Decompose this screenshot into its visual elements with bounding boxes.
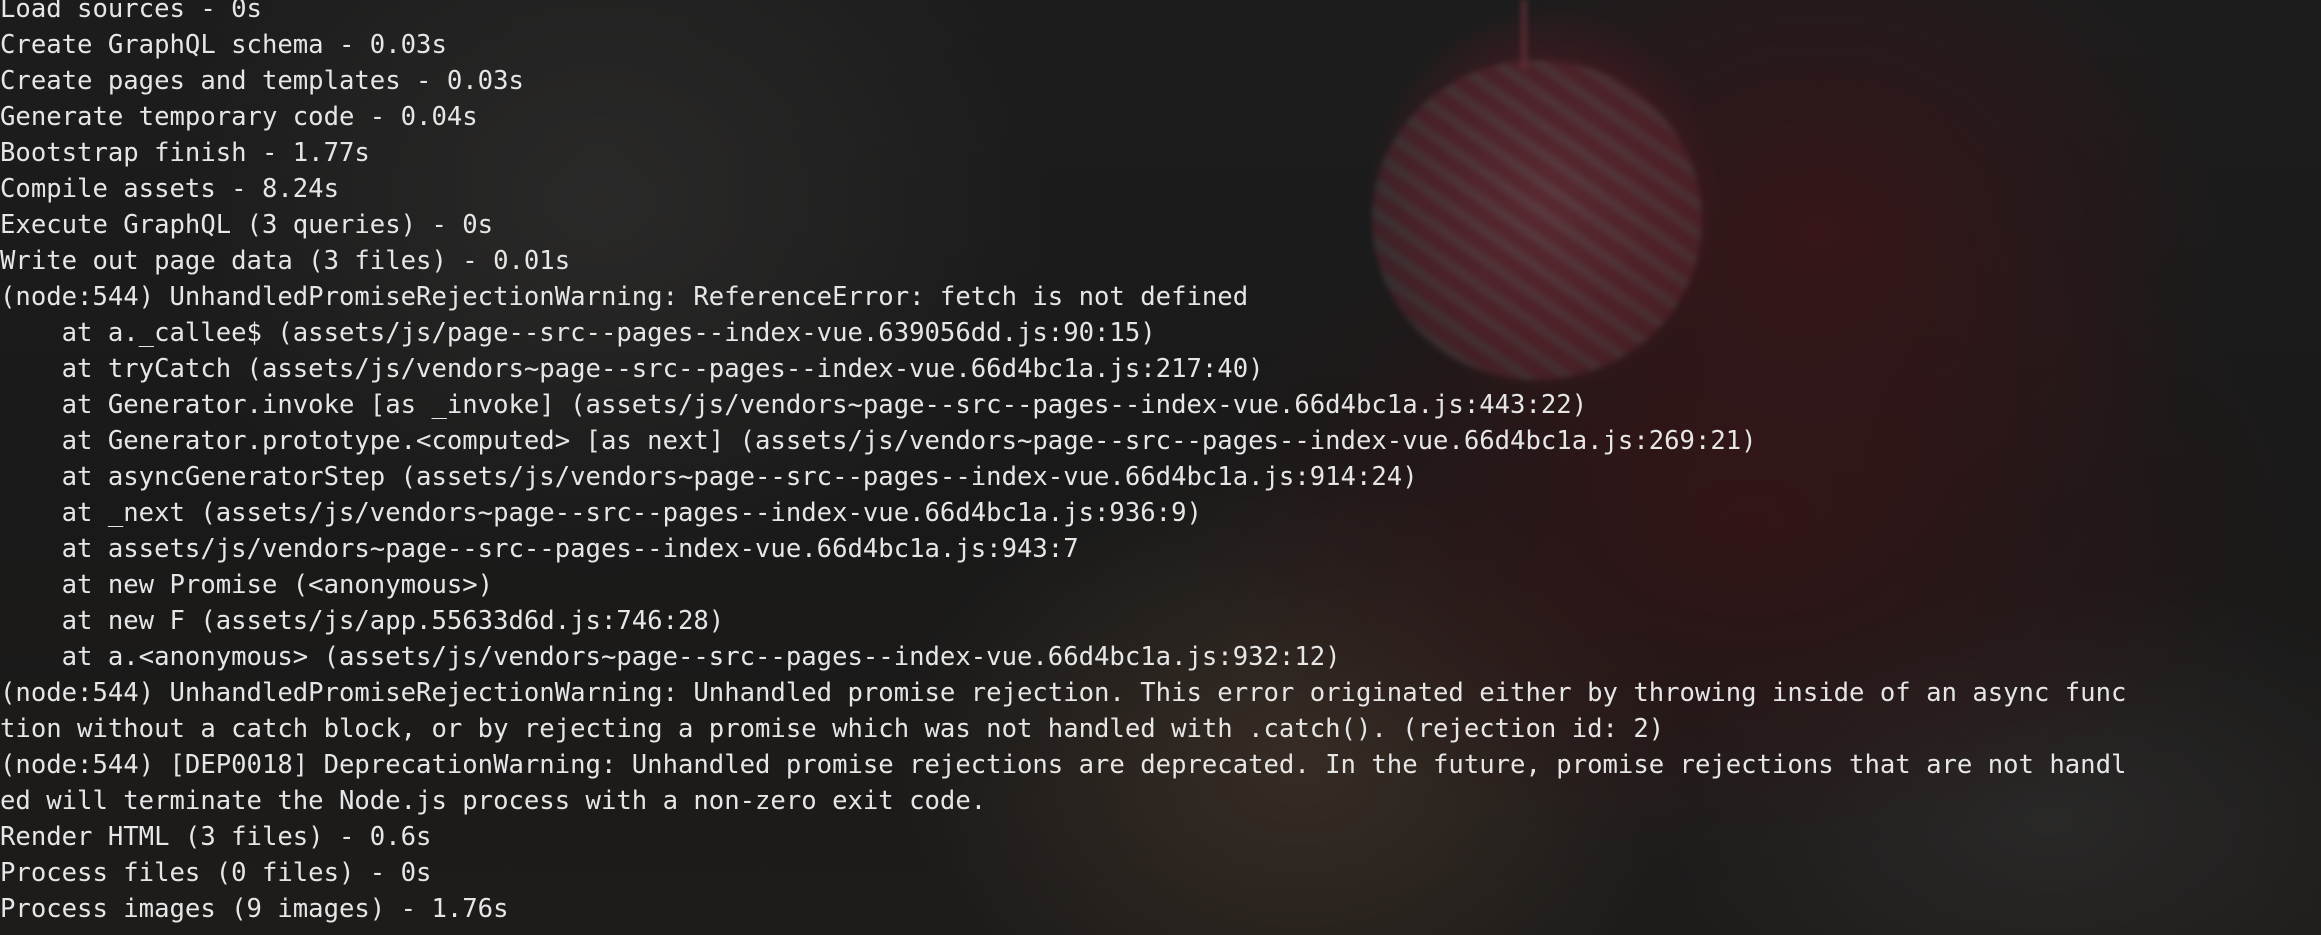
terminal-line: ed will terminate the Node.js process wi… [0, 786, 987, 816]
terminal-line: Write out page data (3 files) - 0.01s [0, 246, 571, 276]
terminal-line: at tryCatch (assets/js/vendors~page--src… [0, 354, 1264, 384]
terminal-line: Execute GraphQL (3 queries) - 0s [0, 210, 494, 240]
terminal-window[interactable]: Load sources - 0s Create GraphQL schema -… [0, 0, 2321, 935]
terminal-line: Compile assets - 8.24s [0, 174, 339, 204]
terminal-line: Load sources - 0s [0, 0, 262, 24]
terminal-line: Create GraphQL schema - 0.03s [0, 30, 447, 60]
terminal-line: Create pages and templates - 0.03s [0, 66, 524, 96]
terminal-line: tion without a catch block, or by reject… [0, 714, 1665, 744]
terminal-line: (node:544) UnhandledPromiseRejectionWarn… [0, 282, 1249, 312]
terminal-line: at Generator.invoke [as _invoke] (assets… [0, 390, 1588, 420]
terminal-line: (node:544) [DEP0018] DeprecationWarning:… [0, 750, 2127, 780]
terminal-line: at a._callee$ (assets/js/page--src--page… [0, 318, 1156, 348]
terminal-line: Process images (9 images) - 1.76s [0, 894, 509, 924]
terminal-line: at a.<anonymous> (assets/js/vendors~page… [0, 642, 1341, 672]
terminal-line: Bootstrap finish - 1.77s [0, 138, 370, 168]
terminal-line: Render HTML (3 files) - 0.6s [0, 822, 432, 852]
terminal-output: Load sources - 0s Create GraphQL schema -… [0, 0, 2126, 927]
terminal-line: at asyncGeneratorStep (assets/js/vendors… [0, 462, 1418, 492]
terminal-line: at assets/js/vendors~page--src--pages--i… [0, 534, 1079, 564]
terminal-line: (node:544) UnhandledPromiseRejectionWarn… [0, 678, 2127, 708]
terminal-line: at _next (assets/js/vendors~page--src--p… [0, 498, 1202, 528]
terminal-line: at Generator.prototype.<computed> [as ne… [0, 426, 1757, 456]
terminal-line: Process files (0 files) - 0s [0, 858, 432, 888]
terminal-line: at new F (assets/js/app.55633d6d.js:746:… [0, 606, 725, 636]
terminal-line: at new Promise (<anonymous>) [0, 570, 494, 600]
terminal-line: Generate temporary code - 0.04s [0, 102, 478, 132]
